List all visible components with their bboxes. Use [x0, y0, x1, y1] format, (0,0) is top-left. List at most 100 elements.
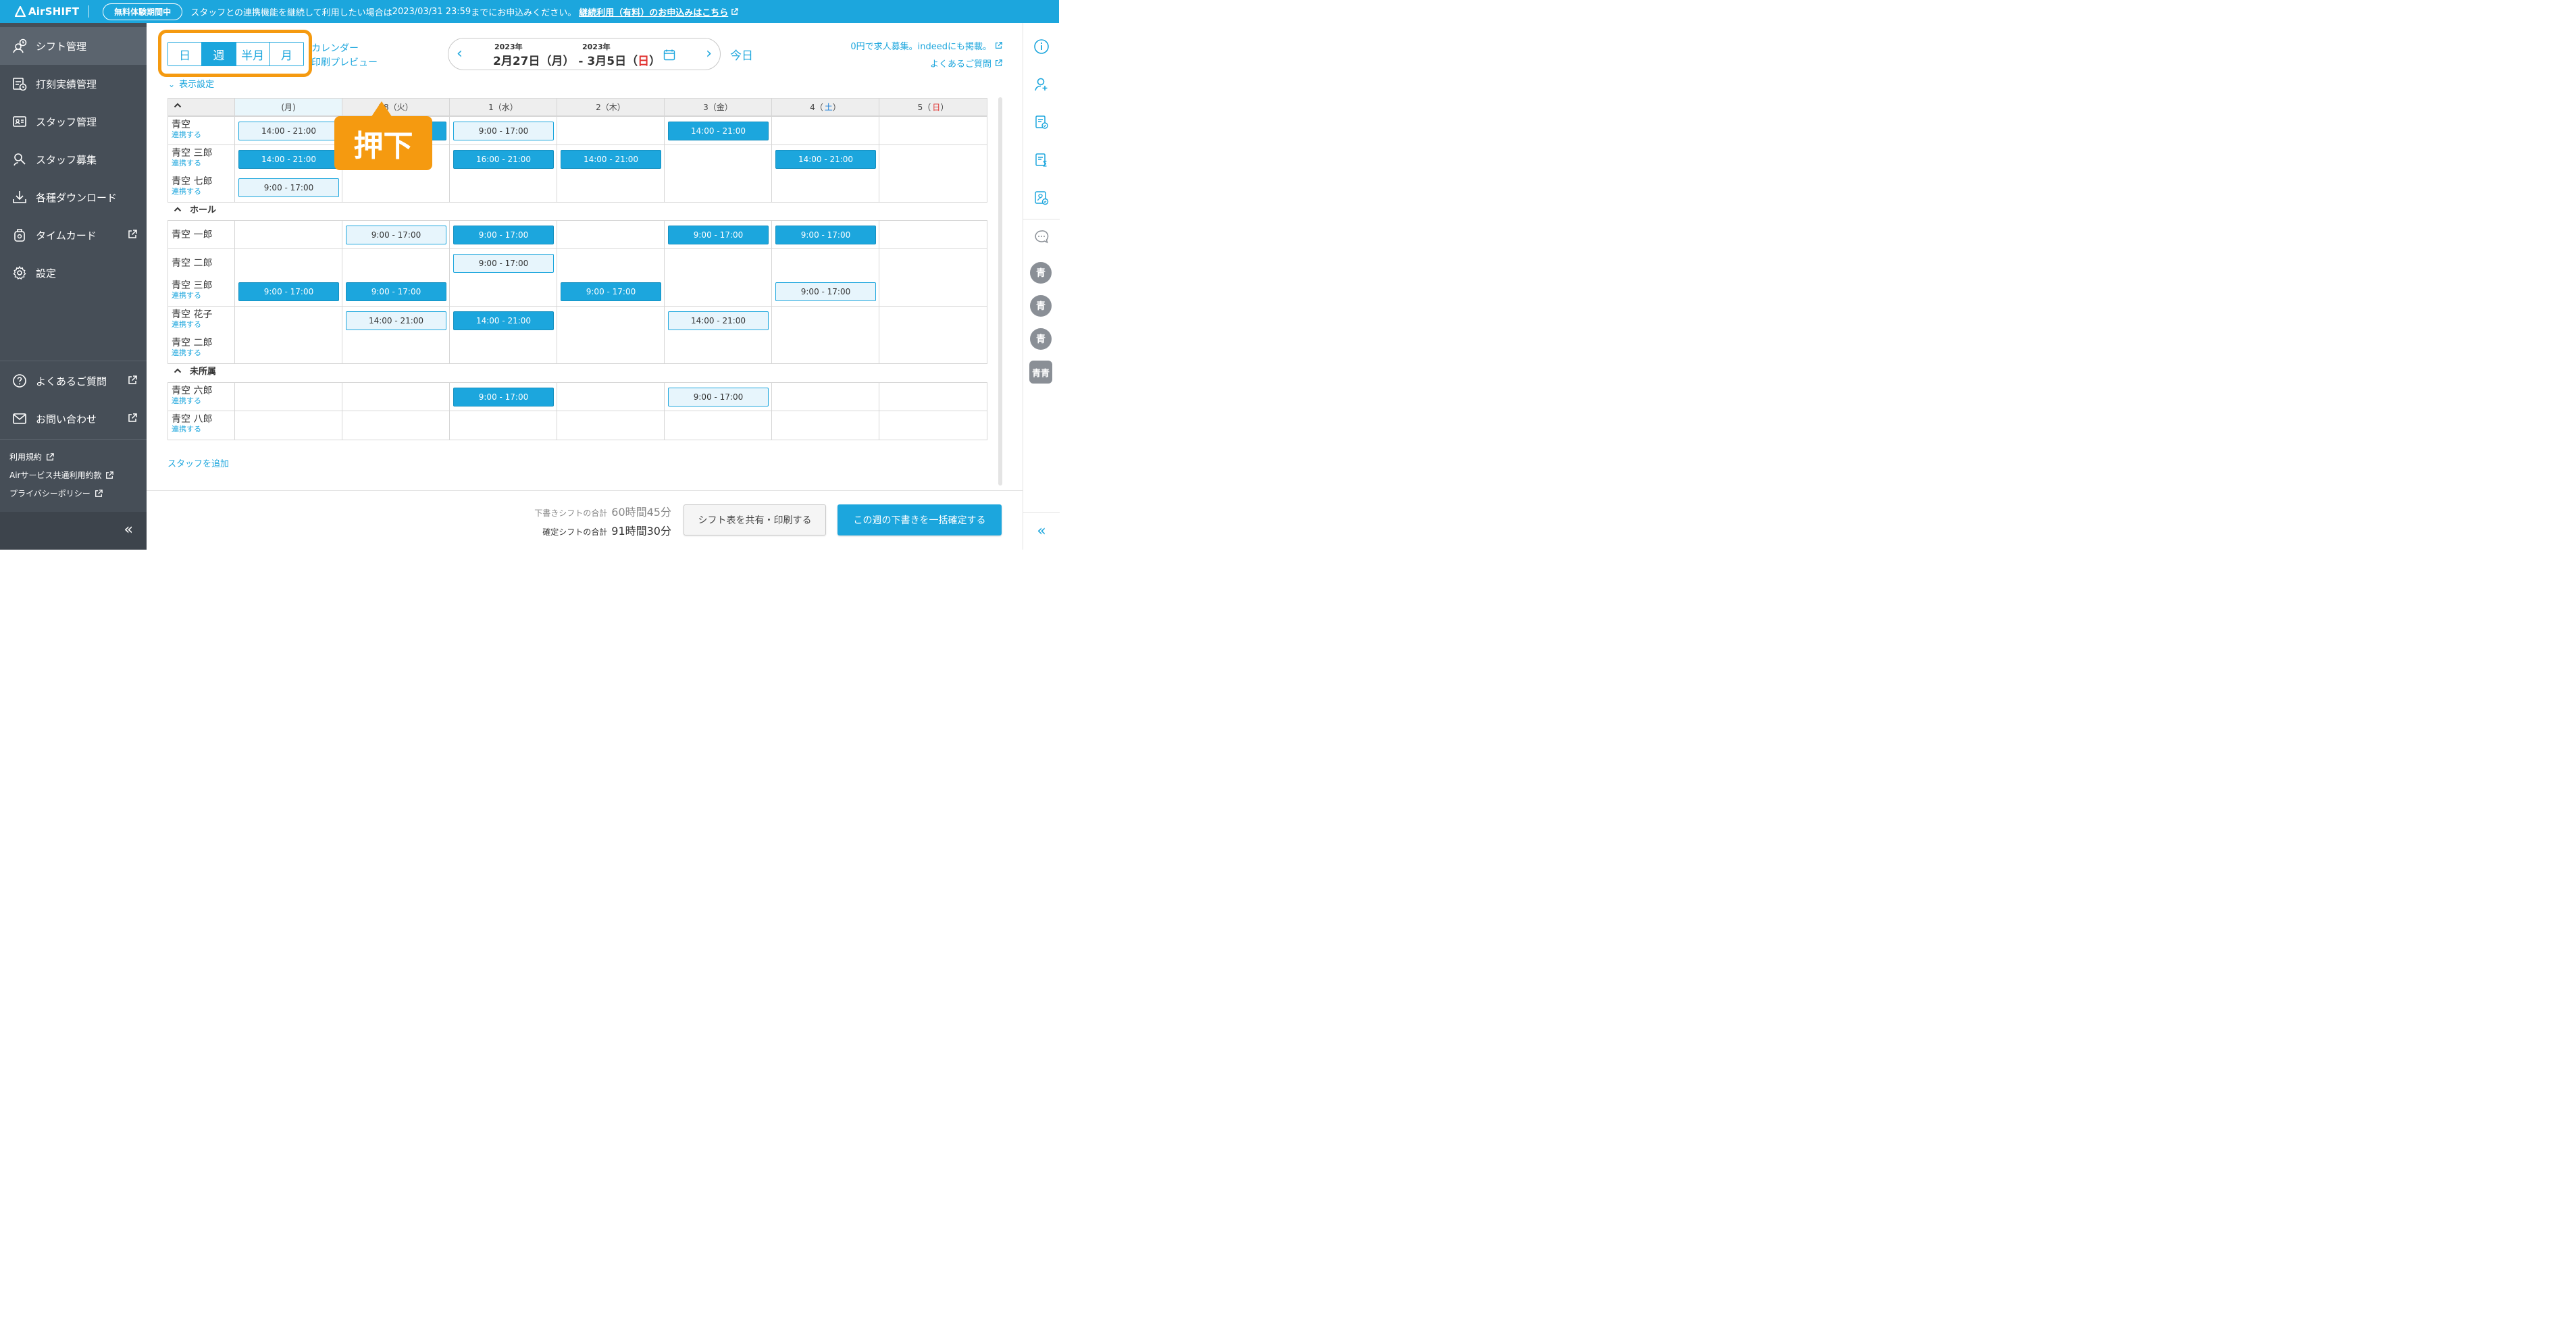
link-staff-link[interactable]: 連携する: [172, 130, 234, 140]
confirm-all-drafts-button[interactable]: この週の下書きを一括確定する: [838, 504, 1002, 535]
draft-shift[interactable]: 9:00 - 17:00: [775, 282, 876, 301]
day-cell[interactable]: [235, 306, 342, 335]
day-cell[interactable]: 9:00 - 17:00: [342, 278, 450, 306]
day-cell[interactable]: [450, 174, 557, 202]
avatar[interactable]: 青: [1030, 295, 1052, 317]
day-cell[interactable]: 14:00 - 21:00: [665, 117, 772, 145]
sidebar-item-timecard[interactable]: タイムカード: [0, 216, 147, 254]
calendar-link[interactable]: カレンダー: [311, 41, 359, 55]
confirmed-shift[interactable]: 9:00 - 17:00: [561, 282, 661, 301]
sidebar-item-recruit[interactable]: スタッフ募集: [0, 140, 147, 178]
staff-name-cell[interactable]: 青空 一郎: [168, 221, 235, 248]
day-cell[interactable]: [772, 411, 879, 440]
draft-shift[interactable]: 9:00 - 17:00: [453, 253, 554, 273]
display-settings-toggle[interactable]: ⌄ 表示設定: [168, 77, 214, 90]
sidebar-item-shift[interactable]: シフト管理: [0, 27, 147, 65]
confirmed-shift[interactable]: 9:00 - 17:00: [775, 226, 876, 244]
confirmed-shift[interactable]: 14:00 - 21:00: [775, 149, 876, 169]
link-staff-link[interactable]: 連携する: [172, 396, 234, 406]
confirmed-shift[interactable]: 9:00 - 17:00: [453, 388, 554, 407]
privacy-link[interactable]: プライバシーポリシー: [9, 488, 103, 499]
day-cell[interactable]: 14:00 - 21:00: [665, 306, 772, 335]
prev-week-button[interactable]: ‹: [457, 45, 463, 62]
day-cell[interactable]: [557, 248, 665, 278]
day-cell[interactable]: [450, 335, 557, 363]
avatar[interactable]: 青: [1030, 328, 1052, 350]
sidebar-item-time-record[interactable]: 打刻実績管理: [0, 65, 147, 103]
day-cell[interactable]: [557, 174, 665, 202]
confirmed-shift[interactable]: 9:00 - 17:00: [453, 226, 554, 244]
view-week-button[interactable]: 週: [202, 43, 236, 65]
day-cell[interactable]: 16:00 - 21:00: [450, 145, 557, 174]
day-cell[interactable]: [342, 411, 450, 440]
day-cell[interactable]: [665, 411, 772, 440]
view-month-button[interactable]: 月: [269, 43, 303, 65]
link-staff-link[interactable]: 連携する: [172, 348, 234, 358]
link-staff-link[interactable]: 連携する: [172, 187, 234, 196]
view-halfmonth-button[interactable]: 半月: [236, 43, 270, 65]
day-cell[interactable]: [879, 174, 987, 202]
draft-shift[interactable]: 9:00 - 17:00: [453, 122, 554, 140]
day-cell[interactable]: [557, 335, 665, 363]
staff-approve-icon[interactable]: [1033, 189, 1050, 207]
day-cell[interactable]: [665, 335, 772, 363]
day-cell[interactable]: [450, 411, 557, 440]
terms-link[interactable]: 利用規約: [9, 451, 54, 463]
draft-shift[interactable]: 9:00 - 17:00: [346, 226, 446, 244]
day-cell[interactable]: 14:00 - 21:00: [772, 145, 879, 174]
day-cell[interactable]: [879, 117, 987, 145]
staff-name-cell[interactable]: 青空 七郎 連携する: [168, 174, 235, 202]
indeed-recruit-link[interactable]: 0円で求人募集。indeedにも掲載。: [850, 39, 1002, 52]
day-cell[interactable]: [342, 174, 450, 202]
draft-shift[interactable]: 14:00 - 21:00: [668, 311, 769, 330]
day-cell[interactable]: [879, 335, 987, 363]
day-cell[interactable]: 9:00 - 17:00: [665, 221, 772, 248]
sidebar-item-faq[interactable]: よくあるご質問: [0, 362, 147, 400]
day-cell[interactable]: [235, 248, 342, 278]
next-week-button[interactable]: ›: [706, 45, 712, 62]
draft-shift[interactable]: 14:00 - 21:00: [238, 122, 339, 140]
staff-name-cell[interactable]: 青空 花子 連携する: [168, 306, 235, 335]
day-cell[interactable]: [665, 248, 772, 278]
day-cell[interactable]: [879, 383, 987, 411]
faq-top-link[interactable]: よくあるご質問: [930, 57, 1002, 70]
day-cell[interactable]: [879, 411, 987, 440]
shift-pending-icon[interactable]: [1033, 151, 1050, 169]
staff-name-cell[interactable]: 青空 連携する: [168, 117, 235, 145]
sidebar-item-staff[interactable]: スタッフ管理: [0, 103, 147, 140]
avatar[interactable]: 青: [1030, 262, 1052, 284]
continue-subscription-link[interactable]: 継続利用（有料）のお申込みはこちら: [579, 5, 739, 18]
day-cell[interactable]: 9:00 - 17:00: [772, 278, 879, 306]
link-staff-link[interactable]: 連携する: [172, 320, 234, 330]
confirmed-shift[interactable]: 9:00 - 17:00: [668, 226, 769, 244]
day-cell[interactable]: 14:00 - 21:00: [342, 306, 450, 335]
rail-collapse-button[interactable]: «: [1023, 512, 1060, 550]
day-cell[interactable]: [342, 335, 450, 363]
sidebar-collapse-button[interactable]: «: [0, 512, 147, 550]
print-preview-link[interactable]: 印刷プレビュー: [311, 55, 378, 69]
day-cell[interactable]: [235, 335, 342, 363]
day-cell[interactable]: 9:00 - 17:00: [450, 383, 557, 411]
day-cell[interactable]: [879, 278, 987, 306]
day-cell[interactable]: 9:00 - 17:00: [557, 278, 665, 306]
link-staff-link[interactable]: 連携する: [172, 425, 234, 434]
add-user-icon[interactable]: [1033, 76, 1050, 93]
confirmed-shift[interactable]: 14:00 - 21:00: [238, 149, 339, 169]
draft-shift[interactable]: 14:00 - 21:00: [346, 311, 446, 330]
day-cell[interactable]: 9:00 - 17:00: [665, 383, 772, 411]
staff-name-cell[interactable]: 青空 三郎 連携する: [168, 145, 235, 174]
link-staff-link[interactable]: 連携する: [172, 291, 234, 300]
day-cell[interactable]: [772, 248, 879, 278]
calendar-icon[interactable]: [663, 49, 675, 61]
chat-icon[interactable]: [1033, 228, 1050, 246]
share-print-button[interactable]: シフト表を共有・印刷する: [684, 504, 826, 535]
airshift-logo[interactable]: AirSHIFT: [15, 5, 79, 18]
group-header[interactable]: [174, 101, 190, 109]
sidebar-item-download[interactable]: 各種ダウンロード: [0, 178, 147, 216]
confirmed-shift[interactable]: 14:00 - 21:00: [668, 122, 769, 140]
day-cell[interactable]: 14:00 - 21:00: [235, 117, 342, 145]
day-cell[interactable]: [557, 221, 665, 248]
confirmed-shift[interactable]: 14:00 - 21:00: [561, 149, 661, 169]
day-cell[interactable]: 9:00 - 17:00: [235, 278, 342, 306]
day-cell[interactable]: 14:00 - 21:00: [557, 145, 665, 174]
